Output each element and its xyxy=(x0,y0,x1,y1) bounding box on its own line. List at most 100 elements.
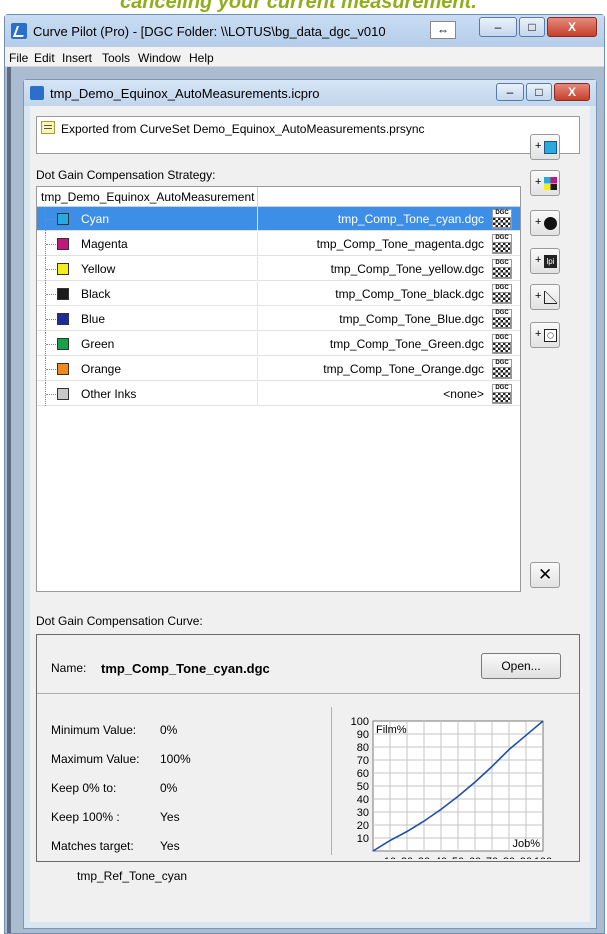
dgc-file-icon[interactable] xyxy=(492,359,512,379)
dgc-file-name[interactable]: tmp_Comp_Tone_Blue.dgc xyxy=(339,312,484,326)
column-separator xyxy=(257,332,258,356)
x-tick-label: 30 xyxy=(418,856,430,859)
banner: canceling your current measurement. xyxy=(0,0,607,14)
open-button[interactable]: Open... xyxy=(481,653,561,679)
keep-hundred-label: Keep 100% : xyxy=(51,810,120,824)
keep-hundred-value: Yes xyxy=(160,810,180,824)
document-icon xyxy=(30,86,44,100)
minimize-button[interactable]: – xyxy=(479,17,517,37)
y-tick-label: 30 xyxy=(357,807,369,819)
tree-connector xyxy=(45,307,58,331)
plus-icon: + xyxy=(535,140,542,152)
close-button[interactable]: X xyxy=(547,17,597,37)
plus-icon: + xyxy=(535,254,542,266)
menu-edit[interactable]: Edit xyxy=(34,51,55,65)
ink-name: Other Inks xyxy=(81,387,137,401)
y-tick-label: 70 xyxy=(357,755,369,767)
x-tick-label: 50 xyxy=(452,856,464,859)
dgc-file-icon[interactable] xyxy=(492,384,512,404)
note-box: Exported from CurveSet Demo_Equinox_Auto… xyxy=(36,116,580,154)
menu-help[interactable]: Help xyxy=(189,51,214,65)
menubar: File Edit Insert Tools Window Help xyxy=(5,47,604,67)
add-cmyk-button[interactable]: + xyxy=(530,170,560,196)
tree-connector xyxy=(45,232,58,256)
dgc-file-name[interactable]: tmp_Comp_Tone_yellow.dgc xyxy=(331,262,484,276)
ink-row-other-inks[interactable]: Other Inks <none> xyxy=(37,382,520,406)
x-tick-label: 70 xyxy=(486,856,498,859)
column-separator xyxy=(257,282,258,306)
column-separator xyxy=(257,357,258,381)
ink-row-magenta[interactable]: Magenta tmp_Comp_Tone_magenta.dgc xyxy=(37,232,520,256)
y-tick-label: 50 xyxy=(357,781,369,793)
window-title: Curve Pilot (Pro) - [DGC Folder: \\LOTUS… xyxy=(33,24,386,39)
min-value-label: Minimum Value: xyxy=(51,723,137,737)
ink-swatch xyxy=(57,338,69,350)
dgc-file-name[interactable]: tmp_Comp_Tone_Orange.dgc xyxy=(323,362,484,376)
dgc-file-icon[interactable] xyxy=(492,259,512,279)
dgc-file-name[interactable]: tmp_Comp_Tone_magenta.dgc xyxy=(317,237,484,251)
ink-row-blue[interactable]: Blue tmp_Comp_Tone_Blue.dgc xyxy=(37,307,520,331)
doc-minimize-button[interactable]: – xyxy=(496,83,524,101)
dgc-file-icon[interactable] xyxy=(492,284,512,304)
add-measure-button[interactable]: + xyxy=(530,322,560,348)
menu-window[interactable]: Window xyxy=(138,51,181,65)
dgc-file-icon[interactable] xyxy=(492,309,512,329)
y-tick-label: 60 xyxy=(357,768,369,780)
ink-name: Magenta xyxy=(81,237,128,251)
strategy-label: Dot Gain Compensation Strategy: xyxy=(36,168,216,182)
add-ppi-button[interactable]: + lpi xyxy=(530,248,560,274)
dgc-file-name[interactable]: tmp_Comp_Tone_cyan.dgc xyxy=(338,212,484,226)
tree-connector xyxy=(45,357,58,381)
app-window: Curve Pilot (Pro) - [DGC Folder: \\LOTUS… xyxy=(4,14,605,934)
ink-row-black[interactable]: Black tmp_Comp_Tone_black.dgc xyxy=(37,282,520,306)
plus-icon: + xyxy=(535,328,542,340)
dgc-file-icon[interactable] xyxy=(492,209,512,229)
column-separator xyxy=(257,307,258,331)
x-tick-label: 10 xyxy=(384,856,396,859)
tree-connector xyxy=(45,257,58,281)
delete-button[interactable]: ✕ xyxy=(530,562,560,588)
maximize-button[interactable]: □ xyxy=(519,17,545,37)
cyan-square-icon xyxy=(544,141,557,154)
ink-row-cyan[interactable]: Cyan tmp_Comp_Tone_cyan.dgc xyxy=(37,207,520,231)
ink-swatch xyxy=(57,213,69,225)
dgc-file-icon[interactable] xyxy=(492,334,512,354)
min-value: 0% xyxy=(160,723,178,737)
document-titlebar[interactable]: tmp_Demo_Equinox_AutoMeasurements.icpro … xyxy=(24,80,596,106)
max-value-label: Maximum Value: xyxy=(51,752,140,766)
ink-swatch xyxy=(57,263,69,275)
column-separator xyxy=(257,232,258,256)
add-channel-button[interactable]: + xyxy=(530,134,560,160)
dgc-file-name[interactable]: tmp_Comp_Tone_black.dgc xyxy=(335,287,484,301)
add-curve-button[interactable]: + xyxy=(530,284,560,310)
keep-zero-value: 0% xyxy=(160,781,178,795)
triangle-curve-icon xyxy=(544,291,557,304)
menu-insert[interactable]: Insert xyxy=(62,51,92,65)
curve-vertical-divider xyxy=(331,707,332,855)
ink-name: Orange xyxy=(81,362,122,376)
add-dot-button[interactable]: + xyxy=(530,210,560,236)
resize-arrows-icon[interactable]: ⇔ xyxy=(430,21,456,39)
left-edge xyxy=(7,67,11,933)
black-dot-icon xyxy=(544,217,557,230)
cmyk-grid-icon xyxy=(544,177,557,190)
menu-file[interactable]: File xyxy=(9,51,28,65)
note-icon xyxy=(41,121,55,134)
dgc-file-name[interactable]: <none> xyxy=(443,387,484,401)
ink-row-orange[interactable]: Orange tmp_Comp_Tone_Orange.dgc xyxy=(37,357,520,381)
window-titlebar[interactable]: Curve Pilot (Pro) - [DGC Folder: \\LOTUS… xyxy=(5,15,604,47)
menu-tools[interactable]: Tools xyxy=(102,51,130,65)
ink-row-yellow[interactable]: Yellow tmp_Comp_Tone_yellow.dgc xyxy=(37,257,520,281)
x-tick-label: 60 xyxy=(469,856,481,859)
ink-row-green[interactable]: Green tmp_Comp_Tone_Green.dgc xyxy=(37,332,520,356)
y-tick-label: 90 xyxy=(357,729,369,741)
doc-close-button[interactable]: X xyxy=(554,83,590,101)
strategy-tree[interactable]: tmp_Demo_Equinox_AutoMeasurements Cyan tm… xyxy=(36,186,521,592)
dgc-file-icon[interactable] xyxy=(492,234,512,254)
doc-maximize-button[interactable]: □ xyxy=(526,83,552,101)
ink-swatch xyxy=(57,313,69,325)
ink-name: Black xyxy=(81,287,111,301)
dgc-file-name[interactable]: tmp_Comp_Tone_Green.dgc xyxy=(330,337,484,351)
x-tick-label: 80 xyxy=(503,856,515,859)
x-tick-label: 20 xyxy=(401,856,413,859)
